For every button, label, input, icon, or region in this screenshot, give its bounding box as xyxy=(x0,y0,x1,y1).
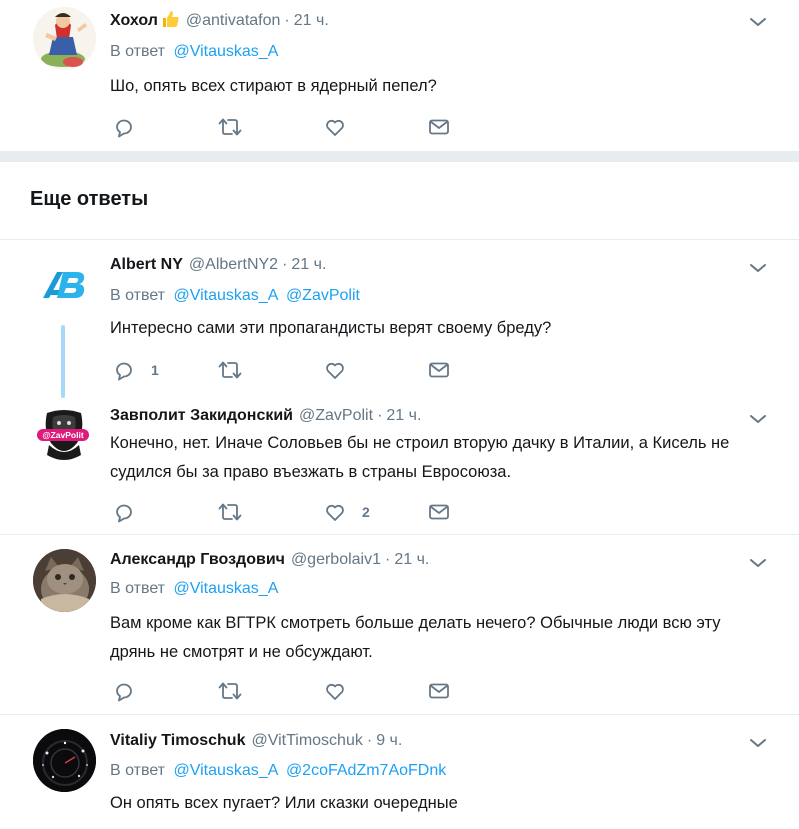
reply-count: 1 xyxy=(151,362,159,378)
section-separator xyxy=(0,151,799,162)
display-name[interactable]: Albert NY xyxy=(110,256,183,274)
envelope-icon xyxy=(429,683,449,699)
reply-button[interactable] xyxy=(113,115,135,139)
retweet-button[interactable] xyxy=(218,500,242,524)
timestamp[interactable]: 21 ч. xyxy=(394,551,429,569)
tweet-text: Конечно, нет. Иначе Соловьев бы не строи… xyxy=(110,434,730,481)
separator-dot: · xyxy=(284,12,290,29)
avatar[interactable] xyxy=(33,729,96,792)
tweet-header: Хохол @antivatafon · 21 ч. xyxy=(110,9,329,33)
retweet-button[interactable] xyxy=(218,679,242,703)
separator-dot: · xyxy=(282,256,288,273)
display-name[interactable]: Хохол xyxy=(110,12,158,30)
message-button[interactable] xyxy=(428,115,450,139)
timestamp[interactable]: 9 ч. xyxy=(376,732,402,750)
user-handle[interactable]: @antivatafon xyxy=(186,12,281,30)
thread-line xyxy=(61,325,65,398)
separator-dot: · xyxy=(385,551,391,568)
reply-button[interactable] xyxy=(113,500,135,524)
heart-icon xyxy=(326,119,344,136)
avatar[interactable]: @ZavPolit xyxy=(33,403,96,466)
mention-link[interactable]: @Vitauskas_A xyxy=(173,287,277,304)
tweet-header: Александр Гвоздович @gerbolaiv1 · 21 ч. xyxy=(110,548,429,572)
like-count: 2 xyxy=(362,504,370,520)
chevron-down-icon[interactable] xyxy=(748,258,768,278)
heart-icon xyxy=(326,504,344,521)
display-name[interactable]: Александр Гвоздович xyxy=(110,551,285,569)
retweet-icon xyxy=(218,361,242,379)
chevron-down-icon[interactable] xyxy=(748,12,768,32)
retweet-icon xyxy=(218,118,242,136)
separator-dot: · xyxy=(377,407,383,424)
reply-icon xyxy=(116,362,132,381)
message-button[interactable] xyxy=(428,358,450,382)
divider xyxy=(0,239,799,240)
section-title: Еще ответы xyxy=(30,188,149,210)
mention-link[interactable]: @2coFAdZm7AoFDnk xyxy=(286,762,446,779)
reply-to: В ответ @Vitauskas_A @2coFAdZm7AoFDnk xyxy=(110,762,446,780)
message-button[interactable] xyxy=(428,679,450,703)
like-button[interactable] xyxy=(324,115,346,139)
envelope-icon xyxy=(429,119,449,135)
reply-icon xyxy=(116,504,132,523)
tweet-header: Завполит Закидонский @ZavPolit · 21 ч. xyxy=(110,404,421,428)
reply-button[interactable]: 1 xyxy=(113,358,159,382)
user-handle[interactable]: @gerbolaiv1 xyxy=(291,551,381,569)
like-button[interactable]: 2 xyxy=(324,500,370,524)
reply-icon xyxy=(116,119,132,138)
envelope-icon xyxy=(429,362,449,378)
retweet-icon xyxy=(218,682,242,700)
timestamp[interactable]: 21 ч. xyxy=(386,407,421,425)
user-handle[interactable]: @ZavPolit xyxy=(299,407,373,425)
reply-to: В ответ @Vitauskas_A xyxy=(110,43,278,61)
tweet-header: Albert NY @AlbertNY2 · 21 ч. xyxy=(110,253,326,277)
divider xyxy=(0,534,799,535)
thumbs-up-icon xyxy=(160,9,180,34)
retweet-button[interactable] xyxy=(218,358,242,382)
message-button[interactable] xyxy=(428,500,450,524)
user-handle[interactable]: @AlbertNY2 xyxy=(189,256,278,274)
separator-dot: · xyxy=(366,732,373,749)
timestamp[interactable]: 21 ч. xyxy=(291,256,326,274)
tweet-text: Интересно сами эти пропагандисты верят с… xyxy=(110,319,552,337)
reply-prefix: В ответ xyxy=(110,580,166,597)
tweet-text: Шо, опять всех стирают в ядерный пепел? xyxy=(110,77,437,95)
reply-to: В ответ @Vitauskas_A @ZavPolit xyxy=(110,287,360,305)
reply-button[interactable] xyxy=(113,679,135,703)
reply-icon xyxy=(116,683,132,702)
chevron-down-icon[interactable] xyxy=(748,733,768,753)
user-handle[interactable]: @VitTimoschuk xyxy=(251,732,362,750)
envelope-icon xyxy=(429,504,449,520)
chevron-down-icon[interactable] xyxy=(748,409,768,429)
heart-icon xyxy=(326,362,344,379)
timestamp[interactable]: 21 ч. xyxy=(294,12,329,30)
display-name[interactable]: Завполит Закидонский xyxy=(110,407,293,425)
mention-link[interactable]: @ZavPolit xyxy=(286,287,360,304)
retweet-icon xyxy=(218,503,242,521)
reply-to: В ответ @Vitauskas_A xyxy=(110,580,278,598)
heart-icon xyxy=(326,683,344,700)
display-name[interactable]: Vitaliy Timoschuk xyxy=(110,732,245,750)
reply-prefix: В ответ xyxy=(110,43,166,60)
like-button[interactable] xyxy=(324,358,346,382)
tweet-header: Vitaliy Timoschuk @VitTimoschuk · 9 ч. xyxy=(110,729,402,753)
retweet-button[interactable] xyxy=(218,115,242,139)
avatar[interactable] xyxy=(33,7,96,70)
like-button[interactable] xyxy=(324,679,346,703)
reply-prefix: В ответ xyxy=(110,762,166,779)
mention-link[interactable]: @Vitauskas_A xyxy=(173,762,277,779)
avatar[interactable] xyxy=(33,549,96,612)
divider xyxy=(0,714,799,715)
reply-prefix: В ответ xyxy=(110,287,166,304)
mention-link[interactable]: @Vitauskas_A xyxy=(173,43,278,60)
avatar[interactable] xyxy=(33,254,96,317)
chevron-down-icon[interactable] xyxy=(748,553,768,573)
mention-link[interactable]: @Vitauskas_A xyxy=(173,580,278,597)
tweet-text: Вам кроме как ВГТРК смотреть больше дела… xyxy=(110,614,721,661)
avatar-label: @ZavPolit xyxy=(42,430,84,440)
tweet-text: Он опять всех пугает? Или сказки очередн… xyxy=(110,794,458,812)
